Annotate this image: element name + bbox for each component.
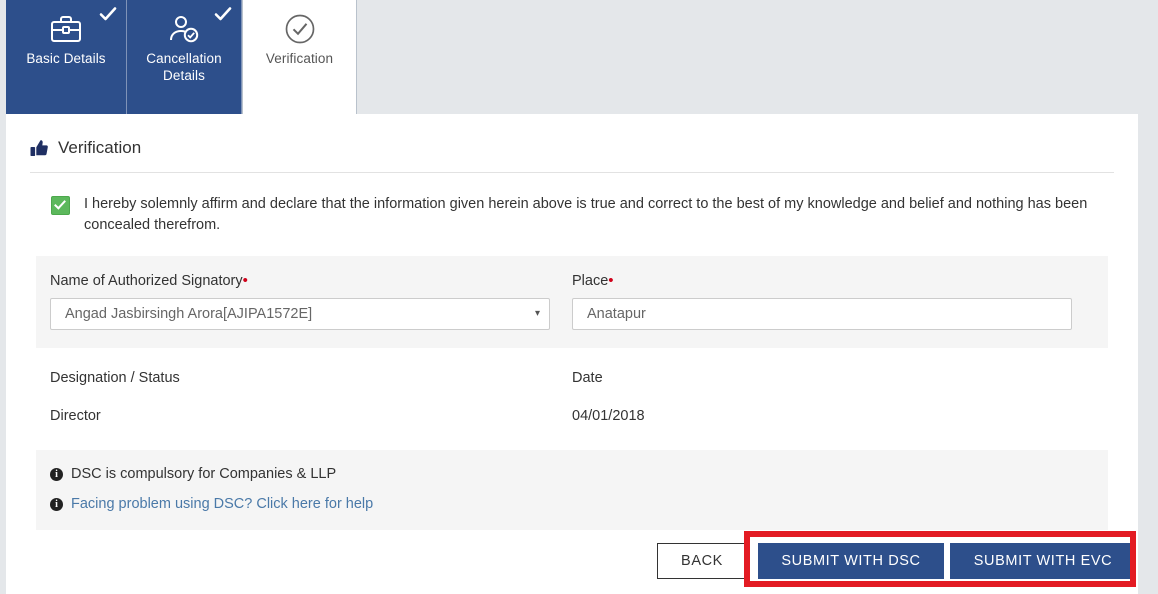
place-column: Place• Anatapur	[572, 272, 1094, 330]
info-icon: i	[50, 468, 63, 481]
place-input[interactable]: Anatapur	[572, 298, 1072, 330]
signatory-panel: Name of Authorized Signatory• Angad Jasb…	[36, 256, 1108, 348]
submit-with-evc-button[interactable]: SUBMIT WITH EVC	[950, 543, 1136, 579]
back-button[interactable]: BACK	[657, 543, 747, 579]
tab-cancellation-details-check-icon	[213, 4, 233, 24]
tab-basic-details-label: Basic Details	[6, 50, 126, 67]
title-divider	[30, 172, 1114, 173]
thumbs-up-icon	[30, 139, 49, 158]
tab-verification[interactable]: Verification	[242, 0, 357, 114]
tab-cancellation-details-label: Cancellation Details	[127, 50, 241, 84]
declaration-checkbox[interactable]	[51, 196, 70, 215]
date-header-cell: Date 04/01/2018	[572, 370, 1094, 424]
place-label-text: Place	[572, 273, 608, 289]
header-row: Designation / Status Director Date 04/01…	[50, 370, 1094, 424]
check-circle-icon	[243, 11, 356, 47]
action-bar: BACK SUBMIT WITH DSC SUBMIT WITH EVC	[6, 527, 1138, 594]
tab-cancellation-details[interactable]: Cancellation Details	[127, 0, 242, 114]
dsc-help-link[interactable]: Facing problem using DSC? Click here for…	[71, 496, 373, 512]
signatory-label: Name of Authorized Signatory•	[50, 272, 550, 289]
page-title-text: Verification	[58, 138, 141, 158]
note-dsc-help: i Facing problem using DSC? Click here f…	[50, 496, 1094, 512]
designation-value: Director	[50, 408, 550, 424]
designation-label: Designation / Status	[50, 370, 550, 386]
designation-header-cell: Designation / Status Director	[50, 370, 572, 424]
wizard-tab-bar: Basic Details Cancellation Details Verif…	[6, 0, 1158, 114]
date-label: Date	[572, 370, 1072, 386]
declaration-text: I hereby solemnly affirm and declare tha…	[84, 194, 1108, 236]
place-required-marker: •	[608, 272, 613, 289]
tab-basic-details[interactable]: Basic Details	[6, 0, 127, 114]
dsc-info-panel: i DSC is compulsory for Companies & LLP …	[36, 450, 1108, 530]
submit-with-dsc-button[interactable]: SUBMIT WITH DSC	[758, 543, 944, 579]
tab-basic-details-check-icon	[98, 4, 118, 24]
info-icon: i	[50, 498, 63, 511]
chevron-down-icon: ▾	[535, 299, 540, 329]
signatory-column: Name of Authorized Signatory• Angad Jasb…	[50, 272, 572, 330]
note-dsc-compulsory-text: DSC is compulsory for Companies & LLP	[71, 466, 336, 482]
signatory-selected-value: Angad Jasbirsingh Arora[AJIPA1572E]	[65, 306, 312, 322]
page-title: Verification	[6, 114, 1138, 158]
declaration-row: I hereby solemnly affirm and declare tha…	[51, 194, 1108, 236]
verification-page: Verification I hereby solemnly affirm an…	[6, 114, 1138, 594]
date-value: 04/01/2018	[572, 408, 1072, 424]
signatory-required-marker: •	[243, 272, 248, 289]
designation-date-rows: Designation / Status Director Date 04/01…	[36, 370, 1108, 424]
place-label: Place•	[572, 272, 1072, 289]
signatory-select[interactable]: Angad Jasbirsingh Arora[AJIPA1572E] ▾	[50, 298, 550, 330]
note-dsc-compulsory: i DSC is compulsory for Companies & LLP	[50, 466, 1094, 482]
signatory-label-text: Name of Authorized Signatory	[50, 273, 243, 289]
tab-verification-label: Verification	[243, 50, 356, 67]
